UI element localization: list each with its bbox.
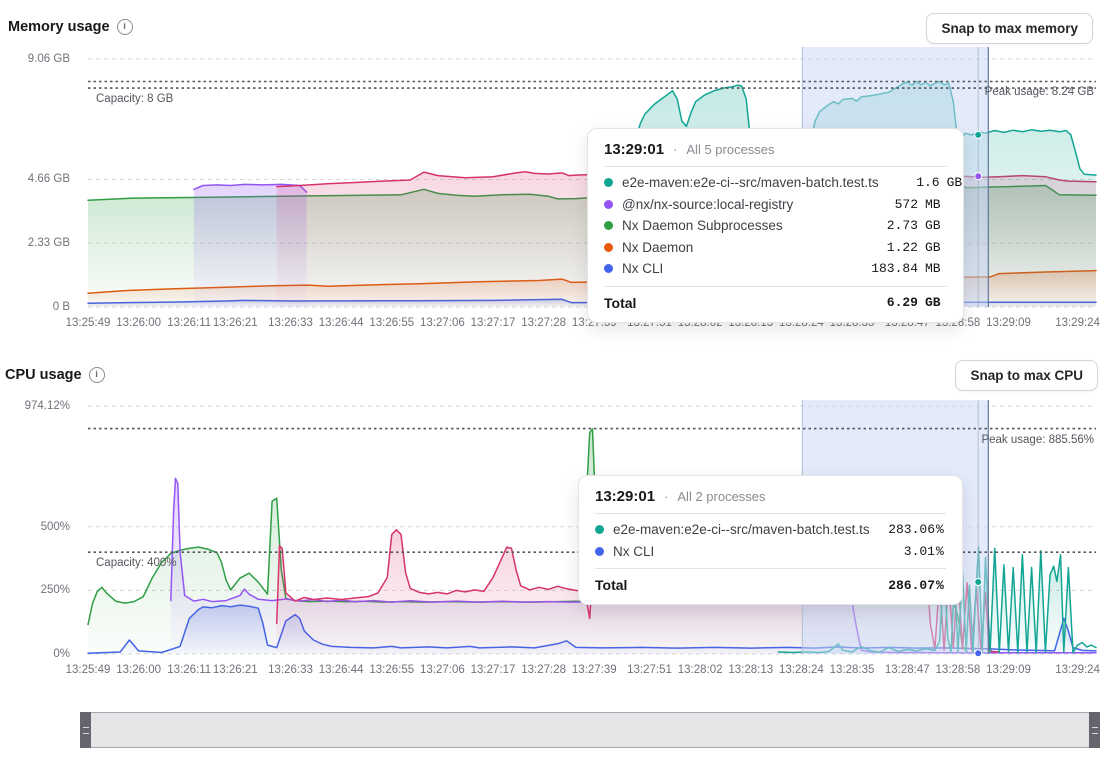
process-unit: GB [925,218,947,233]
tooltip-row: Nx Daemon 1.22 GB [604,237,947,259]
tooltip-subtitle: All 2 processes [677,489,765,504]
y-tick-label: 974.12% [25,400,70,412]
process-name: Nx Daemon Subprocesses [622,218,857,233]
tooltip-row: @nx/nx-source:local-registry 572 MB [604,194,947,216]
profiler-dashboard: Memory usage i Snap to max memory 9.06 G… [0,0,1118,761]
process-unit: % [936,522,946,537]
process-unit: MB [925,261,947,276]
hover-point [975,650,982,657]
tooltip-total-value: 286.07 [883,578,935,593]
tooltip-row: Nx Daemon Subprocesses 2.73 GB [604,215,947,237]
process-unit: GB [925,240,947,255]
series-dot-icon [595,525,604,534]
memory-title: Memory usage [8,19,110,35]
capacity-label: Capacity: 8 GB [96,93,173,105]
process-value: 3.01 [883,544,935,559]
hover-point [975,173,982,180]
tooltip-header: 13:29:01 · All 2 processes [595,484,946,514]
cpu-title: CPU usage [5,367,82,383]
process-value: 1.6 [888,175,940,190]
y-tick-label: 0% [53,648,70,660]
y-tick-label: 4.66 GB [28,173,70,185]
y-tick-label: 500% [41,521,70,533]
snap-to-max-cpu-button[interactable]: Snap to max CPU [955,360,1098,391]
memory-tooltip: 13:29:01 · All 5 processes e2e-maven:e2e… [587,128,964,323]
y-tick-label: 250% [41,584,70,596]
tooltip-total-value: 6.29 [866,295,918,310]
process-unit: GB [947,175,969,190]
tooltip-total-label: Total [595,577,883,593]
capacity-label: Capacity: 400% [96,557,177,569]
memory-header: Memory usage i [8,19,133,35]
y-tick-label: 9.06 GB [28,53,70,65]
hover-point [975,579,982,586]
memory-info-icon[interactable]: i [117,19,133,35]
process-value: 572 [866,197,918,212]
y-tick-label: 0 B [53,301,70,313]
tooltip-rows: e2e-maven:e2e-ci--src/maven-batch.test.t… [595,514,946,562]
snap-to-max-memory-button[interactable]: Snap to max memory [926,13,1093,44]
process-name: @nx/nx-source:local-registry [622,197,857,212]
tooltip-row: e2e-maven:e2e-ci--src/maven-batch.test.t… [595,519,946,541]
process-value: 2.73 [866,218,918,233]
series-dot-icon [604,264,613,273]
x-tick-label: 13:29:24 [1045,317,1111,329]
process-name: Nx CLI [622,261,857,276]
tooltip-total-unit: GB [925,295,947,310]
peak-usage-label: Peak usage: 885.56% [981,434,1094,446]
tooltip-total-row: Total 6.29 GB [604,286,947,311]
brush-handle-right[interactable] [1089,712,1100,748]
process-value: 283.06 [883,522,935,537]
process-name: Nx CLI [613,544,874,559]
x-tick-label: 13:29:09 [976,317,1042,329]
process-value: 1.22 [866,240,918,255]
tooltip-separator: · [664,489,668,504]
process-unit: % [936,544,946,559]
brush-handle-left[interactable] [80,712,91,748]
series-dot-icon [604,178,613,187]
timeline-brush[interactable] [80,712,1100,748]
tooltip-row: Nx CLI 3.01% [595,541,946,563]
tooltip-subtitle: All 5 processes [686,142,774,157]
x-tick-label: 13:29:09 [976,664,1042,676]
cpu-x-axis: 13:25:4913:26:0013:26:1113:26:2113:26:33… [88,664,1096,678]
tooltip-time: 13:29:01 [595,488,655,505]
tooltip-row: Nx CLI 183.84 MB [604,258,947,280]
tooltip-total-row: Total 286.07% [595,568,946,593]
process-value: 183.84 [866,261,918,276]
memory-y-axis: 9.06 GB4.66 GB2.33 GB0 B [0,47,80,307]
x-tick-label: 13:29:24 [1045,664,1111,676]
cpu-info-icon[interactable]: i [89,367,105,383]
grip-icon [1092,727,1098,734]
tooltip-total-unit: % [936,578,946,593]
tooltip-time: 13:29:01 [604,141,664,158]
series-dot-icon [604,243,613,252]
hover-point [975,131,982,138]
y-tick-label: 2.33 GB [28,237,70,249]
cpu-tooltip: 13:29:01 · All 2 processes e2e-maven:e2e… [578,475,963,605]
process-name: Nx Daemon [622,240,857,255]
series-dot-icon [595,547,604,556]
series-dot-icon [604,200,613,209]
cpu-y-axis: 974.12%500%250%0% [0,400,80,654]
tooltip-row: e2e-maven:e2e-ci--src/maven-batch.test.t… [604,172,947,194]
tooltip-header: 13:29:01 · All 5 processes [604,137,947,167]
process-name: e2e-maven:e2e-ci--src/maven-batch.test.t… [622,175,879,190]
series-dot-icon [604,221,613,230]
tooltip-total-label: Total [604,295,866,311]
process-name: e2e-maven:e2e-ci--src/maven-batch.test.t… [613,522,874,537]
tooltip-rows: e2e-maven:e2e-ci--src/maven-batch.test.t… [604,167,947,280]
peak-usage-label: Peak usage: 8.24 GB [985,86,1094,98]
cpu-header: CPU usage i [5,367,105,383]
grip-icon [83,727,89,734]
tooltip-separator: · [673,142,677,157]
process-unit: MB [925,197,947,212]
